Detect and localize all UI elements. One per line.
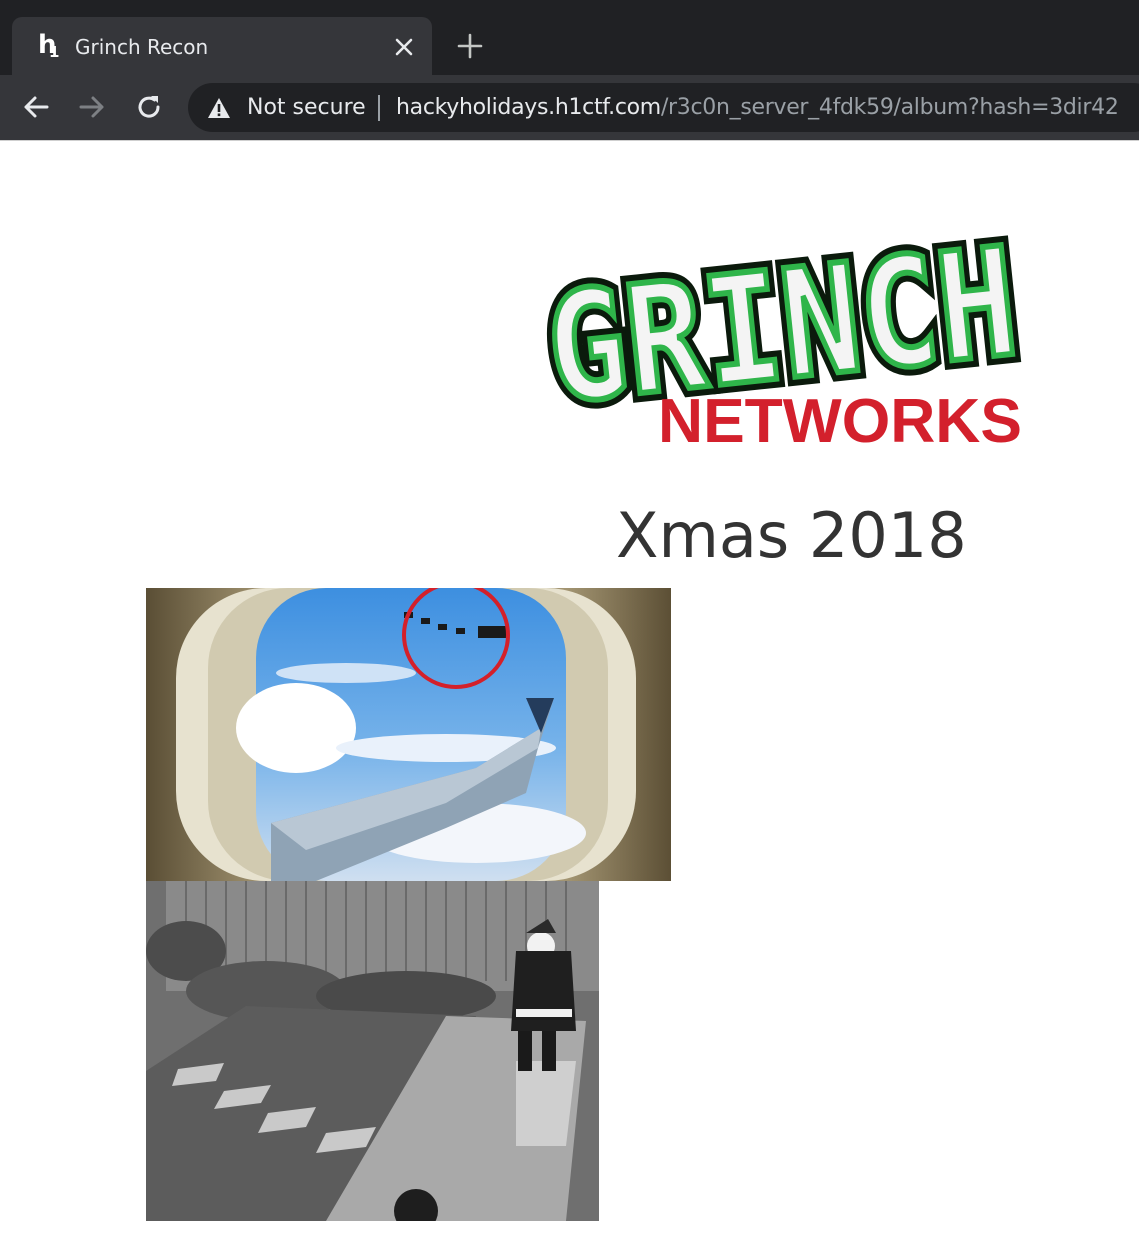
album-photo-airplane-window[interactable] — [146, 588, 671, 881]
warning-icon[interactable] — [207, 97, 231, 119]
back-arrow-icon[interactable] — [20, 91, 52, 123]
chrome-divider — [0, 140, 1139, 141]
reload-icon[interactable] — [133, 91, 165, 123]
plus-icon[interactable] — [457, 33, 483, 59]
hackerone-favicon-icon: h 1 — [38, 30, 60, 61]
logo-graphic: GRINCH GRINCH NETWORKS — [530, 207, 1034, 451]
omnibox-divider — [378, 95, 380, 121]
tab-title: Grinch Recon — [75, 35, 209, 59]
url-host: hackyholidays.h1ctf.com — [396, 95, 661, 120]
forward-arrow-icon[interactable] — [76, 91, 108, 123]
grinch-networks-logo: GRINCH GRINCH NETWORKS — [530, 196, 1034, 451]
browser-toolbar: Not secure hackyholidays.h1ctf.com/r3c0n… — [0, 75, 1139, 140]
logo-line2: NETWORKS — [658, 387, 1022, 451]
address-bar[interactable]: Not secure hackyholidays.h1ctf.com/r3c0n… — [188, 83, 1139, 132]
album-title: Xmas 2018 — [616, 499, 967, 572]
tab-strip: h 1 Grinch Recon — [0, 0, 1139, 75]
album-photo-santa-garden[interactable] — [146, 881, 599, 1221]
url-path: /r3c0n_server_4fdk59/album?hash=3dir42 — [660, 95, 1119, 120]
url-text[interactable]: hackyholidays.h1ctf.com/r3c0n_server_4fd… — [396, 93, 1119, 122]
security-status[interactable]: Not secure — [247, 93, 366, 122]
close-icon[interactable] — [392, 35, 416, 59]
browser-tab[interactable]: h 1 Grinch Recon — [12, 17, 432, 75]
